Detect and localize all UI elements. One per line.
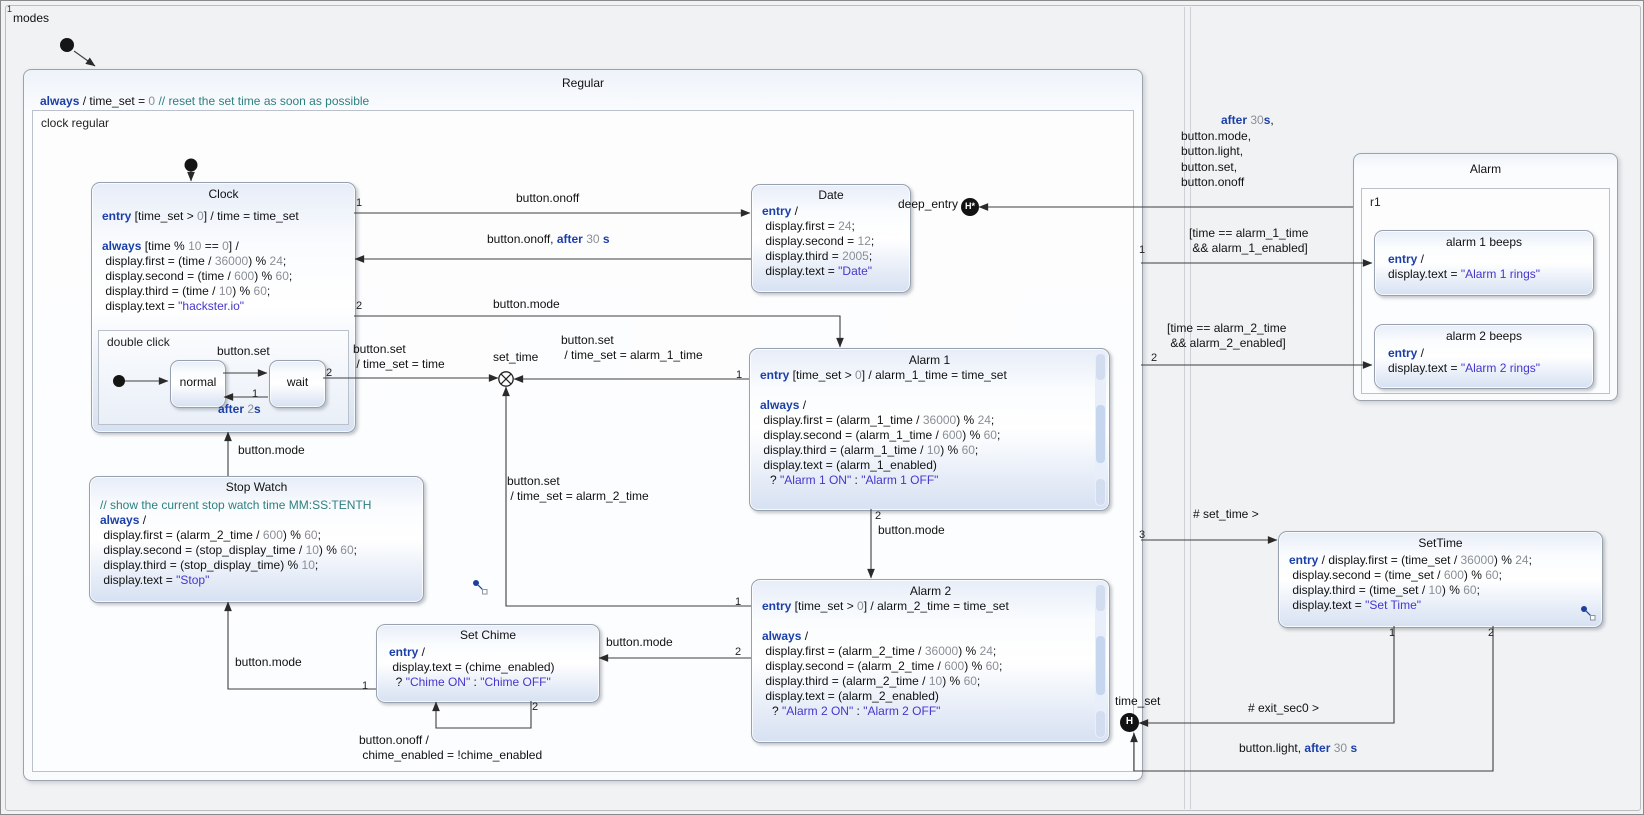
shallow-history-entry-icon[interactable]: H [1121, 714, 1138, 731]
label-date-to-clock[interactable]: button.onoff, after 30 s [487, 232, 610, 247]
transition-priority: 1 [356, 197, 363, 209]
label-clock-to-alarm1[interactable]: button.mode [493, 297, 560, 312]
label-alarm1-to-alarm2[interactable]: button.mode [878, 523, 945, 538]
initial-state-dot[interactable] [184, 158, 198, 172]
transition-priority: 2 [326, 367, 333, 379]
label-set-time-button-light[interactable]: button.light, after 30 s [1239, 741, 1357, 756]
label-alarm2-to-set-time[interactable]: button.set / time_set = alarm_2_time [507, 474, 649, 504]
initial-state-dot[interactable] [113, 375, 125, 387]
transition-priority: 2 [735, 646, 742, 658]
transition-priority: 1 [362, 680, 369, 692]
transition-priority: 3 [1139, 529, 1146, 541]
transition-priority: 1 [736, 369, 743, 381]
transition-priority: 1 [252, 388, 259, 400]
label-set-chime-self[interactable]: button.onoff / chime_enabled = !chime_en… [359, 733, 542, 763]
exit-point-set-time-icon[interactable] [498, 371, 514, 387]
transition-priority: 2 [532, 701, 539, 713]
label-regular-to-alarm1-beeps[interactable]: [time == alarm_1_time && alarm_1_enabled… [1189, 226, 1308, 256]
transition-set-chime-self[interactable] [432, 701, 532, 729]
statechart-canvas: 1 modes Regular always / time_set = 0 //… [0, 0, 1644, 815]
deep-history-entry-icon[interactable]: H* [962, 199, 978, 215]
label-normal-to-wait[interactable]: button.set [217, 344, 270, 359]
transition-initial-to-regular[interactable] [73, 50, 96, 67]
deep-entry-label: deep_entry [898, 197, 959, 211]
label-wait-to-normal[interactable]: after 2s [218, 402, 261, 417]
label-alarm-to-deep-entry[interactable]: after 30s, button.mode, button.light, butto… [1181, 113, 1274, 191]
transition-priority: 1 [1389, 627, 1396, 639]
label-wait-to-set-time[interactable]: button.set / time_set = time [353, 342, 445, 372]
transition-priority: 2 [1488, 627, 1495, 639]
transition-set-chime-to-stop-watch[interactable] [224, 601, 376, 690]
time-set-entry-label: time_set [1115, 694, 1161, 708]
label-regular-to-set-time[interactable]: # set_time > [1193, 507, 1259, 522]
label-set-chime-to-stop-watch[interactable]: button.mode [235, 655, 302, 670]
transition-priority: 1 [735, 596, 742, 608]
label-clock-to-date[interactable]: button.onoff [516, 191, 579, 206]
initial-state-dot[interactable] [60, 38, 74, 52]
label-alarm2-to-set-chime[interactable]: button.mode [606, 635, 673, 650]
transition-priority: 2 [356, 300, 363, 312]
set-time-exit-label: set_time [493, 350, 539, 364]
transition-priority: 1 [1139, 244, 1146, 256]
label-alarm1-to-set-time[interactable]: button.set / time_set = alarm_1_time [561, 333, 703, 363]
transition-priority: 2 [1151, 352, 1158, 364]
label-stop-watch-to-clock[interactable]: button.mode [238, 443, 305, 458]
transition-priority: 2 [875, 510, 882, 522]
label-set-time-exit-sec0[interactable]: # exit_sec0 > [1248, 701, 1319, 716]
label-regular-to-alarm2-beeps[interactable]: [time == alarm_2_time && alarm_2_enabled… [1167, 321, 1286, 351]
